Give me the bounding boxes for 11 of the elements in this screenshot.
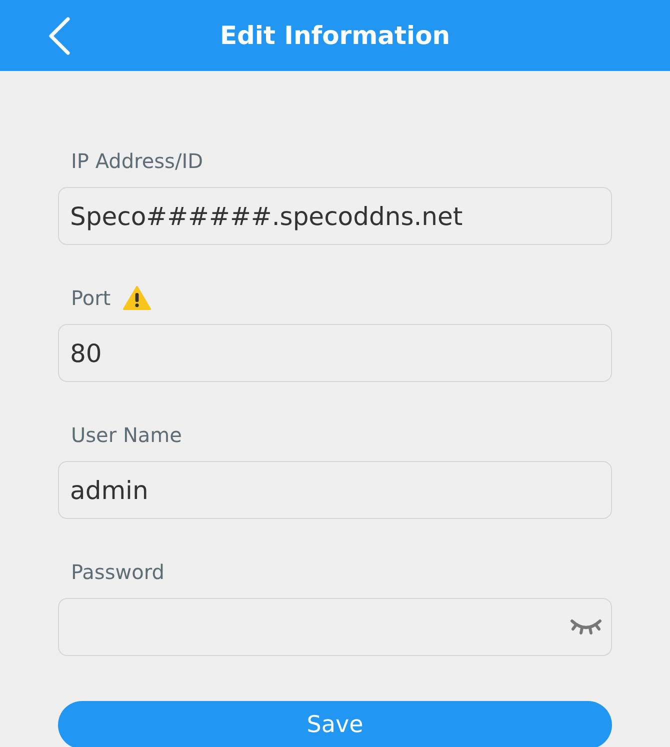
input-field[interactable]: admin — [58, 461, 612, 519]
field-label: Password — [71, 560, 164, 584]
password-field[interactable] — [58, 598, 612, 656]
input-field[interactable]: 80 — [58, 324, 612, 382]
eye-closed-icon[interactable] — [570, 618, 602, 636]
field-label: User Name — [71, 423, 182, 447]
field-label: IP Address/ID — [71, 149, 204, 173]
back-icon — [48, 17, 70, 55]
input-field[interactable]: Speco######.specoddns.net — [58, 187, 612, 245]
header-title: Edit Information — [220, 21, 450, 50]
field-label: Port — [71, 286, 111, 310]
